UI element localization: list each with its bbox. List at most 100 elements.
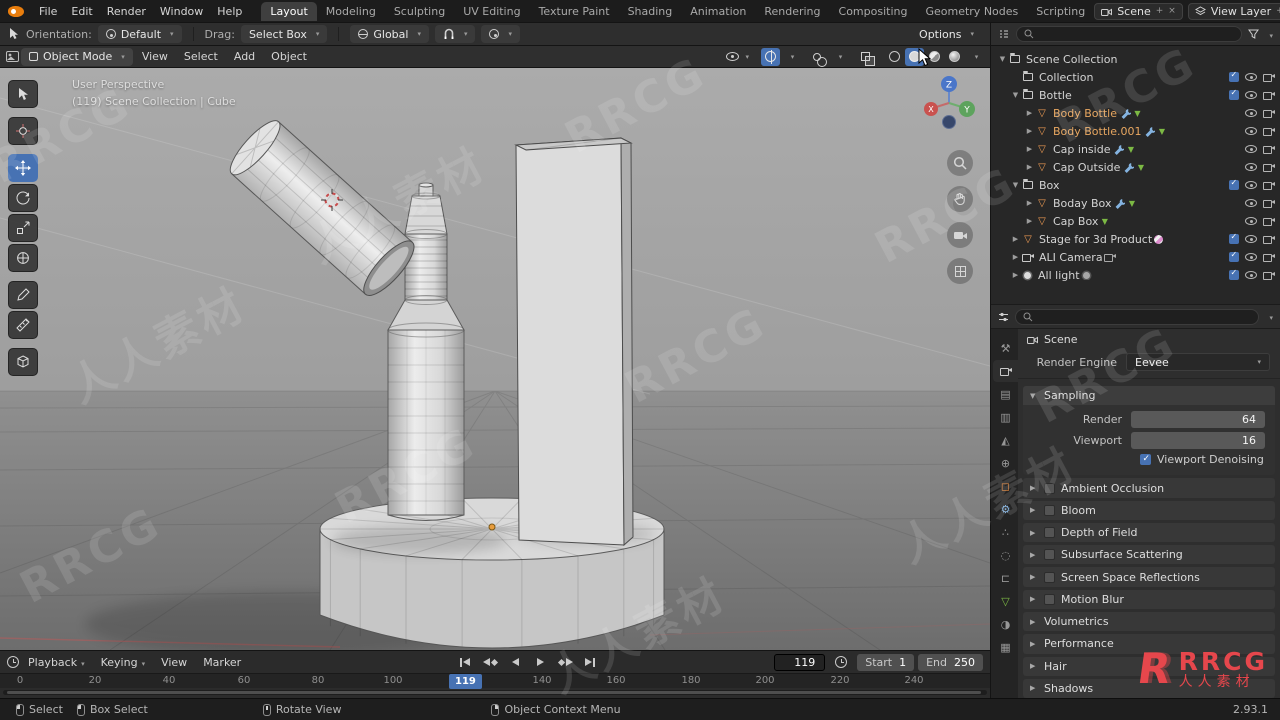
section-checkbox[interactable] xyxy=(1044,571,1055,583)
options-dropdown[interactable]: Options xyxy=(911,25,982,43)
section-performance[interactable]: ▶ Performance xyxy=(1023,634,1275,654)
orientation-dropdown[interactable]: Default xyxy=(97,25,182,43)
disable-render-icon[interactable] xyxy=(1263,181,1275,190)
show-overlays-toggle[interactable] xyxy=(809,48,828,67)
menu-view[interactable]: View xyxy=(135,47,175,66)
hide-viewport-icon[interactable] xyxy=(1245,127,1257,135)
section-screen-space-reflections[interactable]: ▶ Screen Space Reflections xyxy=(1023,567,1275,587)
workspace-tab-layout[interactable]: Layout xyxy=(261,1,317,21)
outliner-row[interactable]: ▼ Scene Collection xyxy=(991,50,1280,68)
workspace-tab-geometry-nodes[interactable]: Geometry Nodes xyxy=(916,2,1027,21)
transform-orientation-dropdown[interactable]: Global xyxy=(350,25,429,43)
menu-file[interactable]: File xyxy=(32,2,64,21)
prev-keyframe-button[interactable] xyxy=(480,654,500,670)
workspace-tab-rendering[interactable]: Rendering xyxy=(755,2,829,21)
viewport-denoising-checkbox[interactable] xyxy=(1140,454,1151,466)
section-hair[interactable]: ▶ Hair xyxy=(1023,656,1275,676)
exclude-checkbox[interactable] xyxy=(1229,88,1239,100)
shading-dropdown[interactable] xyxy=(965,48,984,66)
scrollbar-handle[interactable] xyxy=(7,691,981,694)
exclude-checkbox[interactable] xyxy=(1229,232,1239,244)
tool-3d-cursor-button[interactable] xyxy=(8,117,38,145)
workspace-tab-modeling[interactable]: Modeling xyxy=(317,2,385,21)
jump-to-start-button[interactable] xyxy=(455,654,475,670)
tool-move-button[interactable] xyxy=(8,154,38,182)
menu-edit[interactable]: Edit xyxy=(64,2,99,21)
playhead-frame-badge[interactable]: 119 xyxy=(449,674,482,689)
disable-render-icon[interactable] xyxy=(1263,91,1275,100)
workspace-tab-scripting[interactable]: Scripting xyxy=(1027,2,1094,21)
preview-range-icon[interactable] xyxy=(835,656,848,668)
section-checkbox[interactable] xyxy=(1044,504,1055,516)
disable-render-icon[interactable] xyxy=(1263,109,1275,118)
menu-help[interactable]: Help xyxy=(210,2,249,21)
section-sampling[interactable]: ▼ Sampling xyxy=(1023,386,1275,406)
menu-add[interactable]: Add xyxy=(227,47,262,66)
menu-object[interactable]: Object xyxy=(264,47,314,66)
camera-view-icon[interactable] xyxy=(947,222,973,248)
tool-measure-button[interactable] xyxy=(8,311,38,339)
tab-world-properties[interactable]: ⊕ xyxy=(993,452,1018,474)
hide-viewport-icon[interactable] xyxy=(1245,217,1257,225)
shading-material-button[interactable] xyxy=(925,48,944,66)
outliner-row[interactable]: ▼ Bottle xyxy=(991,86,1280,104)
outliner-row[interactable]: ▶ ▽ Cap inside ▼ xyxy=(991,140,1280,158)
tab-tool-properties[interactable]: ⚒ xyxy=(993,337,1018,359)
proportional-editing-dropdown[interactable] xyxy=(481,25,520,43)
outliner-options-caret[interactable] xyxy=(1265,28,1273,41)
hide-viewport-icon[interactable] xyxy=(1245,181,1257,189)
end-frame-field[interactable]: End 250 xyxy=(918,653,983,671)
render-samples-field[interactable]: 64 xyxy=(1131,411,1265,429)
timeline-scrollbar[interactable] xyxy=(3,690,987,695)
object-type-visibility-dropdown[interactable] xyxy=(723,48,752,66)
shading-rendered-button[interactable] xyxy=(945,48,964,66)
render-engine-dropdown[interactable]: Eevee xyxy=(1126,353,1270,372)
jump-to-end-button[interactable] xyxy=(580,654,600,670)
ortho-grid-icon[interactable] xyxy=(947,258,973,284)
timeline-view-menu[interactable]: View xyxy=(154,653,194,672)
tool-select-box-button[interactable] xyxy=(8,80,38,108)
axis-negative-z-ball[interactable] xyxy=(942,115,956,129)
hide-viewport-icon[interactable] xyxy=(1245,91,1257,99)
start-frame-field[interactable]: Start 1 xyxy=(857,653,915,671)
tab-output-properties[interactable]: ▤ xyxy=(993,383,1018,405)
exclude-checkbox[interactable] xyxy=(1229,178,1239,190)
section-volumetrics[interactable]: ▶ Volumetrics xyxy=(1023,612,1275,632)
hide-viewport-icon[interactable] xyxy=(1245,271,1257,279)
outliner-row[interactable]: ▶ ▽ Body Bottle ▼ xyxy=(991,104,1280,122)
properties-search-input[interactable] xyxy=(1015,308,1260,325)
outliner-row[interactable]: ▶ All light xyxy=(991,266,1280,284)
pan-hand-icon[interactable] xyxy=(947,186,973,212)
workspace-tab-texture-paint[interactable]: Texture Paint xyxy=(530,2,619,21)
workspace-tab-compositing[interactable]: Compositing xyxy=(830,2,917,21)
tool-scale-button[interactable] xyxy=(8,214,38,242)
tool-rotate-button[interactable] xyxy=(8,184,38,212)
section-checkbox[interactable] xyxy=(1044,549,1055,561)
tab-physics-properties[interactable]: ◌ xyxy=(993,544,1018,566)
current-frame-field[interactable]: 119 xyxy=(774,653,826,671)
tab-texture-properties[interactable]: ▦ xyxy=(993,636,1018,658)
shading-wireframe-button[interactable] xyxy=(885,48,904,66)
section-subsurface-scattering[interactable]: ▶ Subsurface Scattering xyxy=(1023,545,1275,565)
disable-render-icon[interactable] xyxy=(1263,253,1275,262)
viewport-canvas[interactable]: User Perspective (119) Scene Collection … xyxy=(0,68,990,650)
play-button[interactable] xyxy=(530,654,550,670)
outliner-row[interactable]: ▶ ▽ Boday Box ▼ xyxy=(991,194,1280,212)
exclude-checkbox[interactable] xyxy=(1229,250,1239,262)
tab-render-properties[interactable] xyxy=(993,360,1018,382)
new-view-layer-button[interactable]: + xyxy=(1276,6,1280,16)
tab-object-data-properties[interactable]: ▽ xyxy=(993,590,1018,612)
disable-render-icon[interactable] xyxy=(1263,199,1275,208)
workspace-tab-animation[interactable]: Animation xyxy=(681,2,755,21)
section-shadows[interactable]: ▶ Shadows xyxy=(1023,678,1275,698)
viewport-samples-field[interactable]: 16 xyxy=(1131,432,1265,450)
outliner-row[interactable]: ▼ Box xyxy=(991,176,1280,194)
tool-add-cube-button[interactable] xyxy=(8,348,38,376)
hide-viewport-icon[interactable] xyxy=(1245,235,1257,243)
menu-select[interactable]: Select xyxy=(177,47,225,66)
tool-annotate-button[interactable] xyxy=(8,281,38,309)
timeline-ruler[interactable]: 0 20 40 60 80 100 140 160 180 200 220 24… xyxy=(0,673,990,689)
keying-menu[interactable]: Keying xyxy=(94,653,152,672)
zoom-icon[interactable] xyxy=(947,150,973,176)
playback-menu[interactable]: Playback xyxy=(21,653,92,672)
